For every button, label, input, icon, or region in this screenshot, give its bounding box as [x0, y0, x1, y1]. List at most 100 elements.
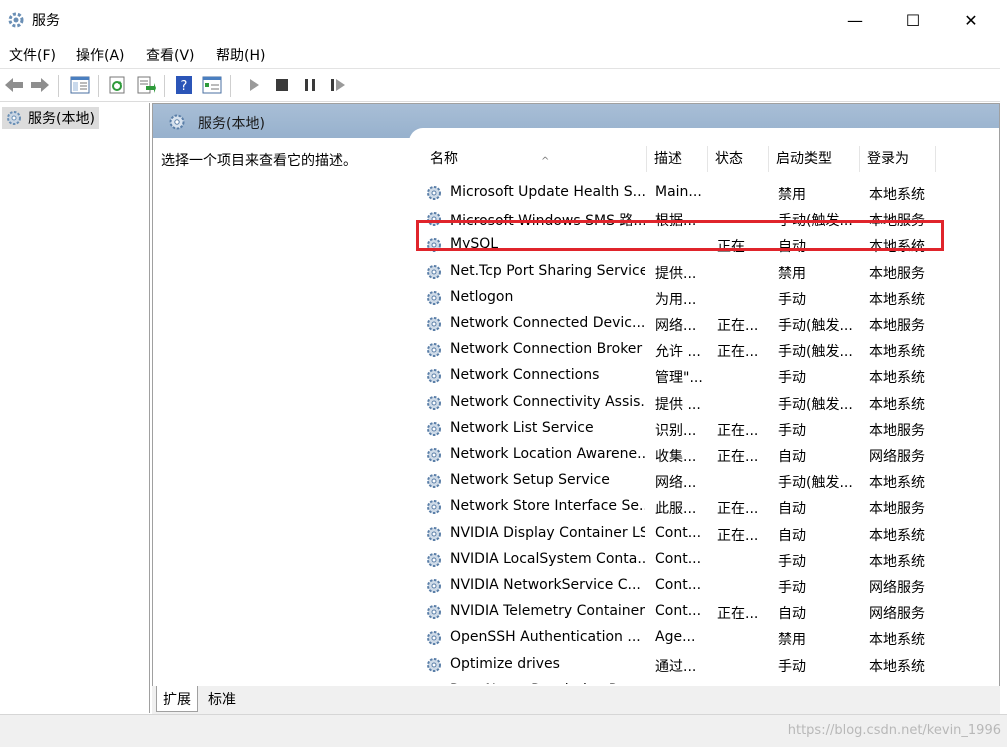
- service-log-on-as: 本地服务: [869, 318, 925, 334]
- view-tabs: 扩展 标准: [152, 686, 1000, 714]
- toolbar: ?: [0, 68, 1000, 102]
- menu-help[interactable]: 帮助(H): [216, 45, 265, 65]
- gear-icon: [427, 448, 441, 462]
- service-name: Netlogon: [450, 288, 514, 305]
- tree-item-services-local[interactable]: 服务(本地): [2, 107, 99, 129]
- column-header-description[interactable]: 描述: [647, 146, 708, 172]
- table-row[interactable]: Netlogon 为用... 手动 本地系统: [415, 285, 940, 311]
- gear-icon: [427, 579, 441, 593]
- service-log-on-as: 本地系统: [869, 396, 925, 413]
- table-row[interactable]: Optimize drives 通过... 手动 本地系统: [415, 652, 940, 678]
- service-log-on-as: 本地系统: [869, 187, 925, 203]
- table-row[interactable]: Peer Name Resolution Pro... 使用... 手动 本地服务: [415, 678, 940, 684]
- service-log-on-as: 网络服务: [869, 449, 925, 465]
- tree-item-label: 服务(本地): [28, 111, 95, 127]
- status-bar: https://blog.csdn.net/kevin_1996: [0, 714, 1007, 747]
- column-header-startup-type[interactable]: 启动类型: [769, 146, 860, 172]
- service-startup-type: 自动: [778, 449, 806, 465]
- refresh-icon[interactable]: [106, 73, 130, 97]
- gear-icon: [427, 657, 441, 672]
- back-arrow-icon[interactable]: [2, 73, 26, 97]
- table-row[interactable]: Network Connectivity Assis... 提供 ... 手动(触发…: [415, 390, 940, 416]
- service-name: Peer Name Resolution Pro...: [450, 682, 645, 684]
- service-log-on-as: 本地系统: [869, 291, 925, 308]
- description-prompt: 选择一个项目来查看它的描述。: [161, 153, 357, 169]
- sort-ascending-icon: ^: [541, 156, 550, 167]
- service-log-on-as: 本地服务: [869, 422, 925, 439]
- gear-icon: [169, 114, 185, 130]
- gear-icon: [427, 526, 441, 541]
- gear-icon: [427, 264, 441, 279]
- menu-action[interactable]: 操作(A): [76, 45, 125, 65]
- service-startup-type: 禁用: [778, 187, 806, 203]
- minimize-button[interactable]: —: [826, 0, 884, 40]
- table-row[interactable]: Network Connected Devic... 网络... 正在... 手动(触…: [415, 311, 940, 337]
- help-icon[interactable]: ?: [172, 73, 196, 97]
- service-description: 通过...: [655, 658, 697, 675]
- service-description: 提供...: [655, 265, 697, 282]
- service-description: 使用...: [655, 682, 710, 684]
- table-row[interactable]: Microsoft Update Health S... Main... 禁用 本地系…: [415, 180, 940, 206]
- gear-icon: [427, 631, 441, 646]
- table-row[interactable]: Net.Tcp Port Sharing Service 提供... 禁用 本地服务: [415, 259, 940, 285]
- table-row[interactable]: OpenSSH Authentication ... Age... 禁用 本地系统: [415, 625, 940, 651]
- service-log-on-as: 本地系统: [869, 370, 925, 387]
- service-description: Cont...: [655, 577, 702, 593]
- service-name: Net.Tcp Port Sharing Service: [450, 262, 645, 279]
- service-name: Network Location Awarene...: [450, 446, 645, 462]
- service-name: NVIDIA LocalSystem Conta...: [450, 550, 645, 567]
- menu-file[interactable]: 文件(F): [9, 45, 56, 65]
- table-row[interactable]: Network Location Awarene... 收集... 正在... 自动 网…: [415, 442, 940, 468]
- service-startup-type: 手动: [778, 291, 806, 308]
- stop-icon[interactable]: [270, 73, 294, 97]
- service-description: 收集...: [655, 449, 697, 465]
- service-log-on-as: 本地系统: [869, 475, 925, 492]
- table-row[interactable]: NVIDIA Telemetry Container Cont... 正在... 自动…: [415, 599, 940, 625]
- column-header-log-on-as[interactable]: 登录为: [860, 146, 936, 172]
- service-log-on-as: 本地系统: [869, 632, 925, 649]
- properties-icon[interactable]: [200, 73, 224, 97]
- service-status: 正在...: [717, 344, 759, 361]
- service-name: Network Connected Devic...: [450, 315, 645, 331]
- maximize-button[interactable]: ☐: [884, 0, 942, 40]
- table-row[interactable]: NVIDIA Display Container LS Cont... 正在... 自…: [415, 521, 940, 547]
- service-startup-type: 自动: [778, 606, 806, 623]
- table-row[interactable]: Network Connections 管理"... 手动 本地系统: [415, 363, 940, 389]
- service-description: Cont...: [655, 550, 702, 567]
- console-tree-icon[interactable]: [68, 73, 92, 97]
- forward-arrow-icon[interactable]: [28, 73, 52, 97]
- service-startup-type: 手动: [778, 580, 806, 596]
- tab-standard[interactable]: 标准: [202, 686, 242, 712]
- service-name: NVIDIA Telemetry Container: [450, 603, 645, 620]
- column-header-status[interactable]: 状态: [708, 146, 769, 172]
- pane-title: 服务(本地): [198, 116, 265, 132]
- gear-icon: [7, 111, 21, 125]
- close-button[interactable]: ✕: [942, 0, 1000, 40]
- table-row[interactable]: Network Store Interface Se... 此服... 正在... 自…: [415, 494, 940, 520]
- table-row[interactable]: NVIDIA NetworkService C... Cont... 手动 网络服务: [415, 573, 940, 599]
- table-row[interactable]: Network List Service 识别... 正在... 手动 本地服务: [415, 416, 940, 442]
- gear-icon: [427, 474, 441, 489]
- table-row[interactable]: Network Setup Service 网络... 手动(触发... 本地系统: [415, 468, 940, 494]
- pause-icon[interactable]: [298, 73, 322, 97]
- service-name: Microsoft Update Health S...: [450, 184, 645, 200]
- play-icon[interactable]: [242, 73, 266, 97]
- export-list-icon[interactable]: [134, 73, 158, 97]
- service-name: Network Store Interface Se...: [450, 498, 645, 515]
- tab-extended[interactable]: 扩展: [156, 686, 198, 712]
- table-row[interactable]: NVIDIA LocalSystem Conta... Cont... 手动 本地系统: [415, 547, 940, 573]
- gear-icon: [427, 186, 441, 200]
- service-log-on-as: 本地系统: [869, 344, 925, 361]
- service-name: NVIDIA NetworkService C...: [450, 577, 641, 593]
- services-table: 名称 ^ 描述 状态 启动类型 登录为 Microsoft Update Hea…: [409, 128, 999, 684]
- resume-icon[interactable]: [326, 73, 350, 97]
- column-header-name[interactable]: 名称 ^: [423, 146, 647, 172]
- table-row[interactable]: Network Connection Broker 允许 ... 正在... 手动(触…: [415, 337, 940, 363]
- service-name: Optimize drives: [450, 655, 560, 672]
- services-gear-icon: [8, 12, 24, 28]
- services-pane: 服务(本地) 选择一个项目来查看它的描述。 名称 ^ 描述 状态 启动类型 登录…: [152, 103, 1000, 715]
- menu-bar: 文件(F) 操作(A) 查看(V) 帮助(H): [0, 40, 1007, 68]
- service-startup-type: 手动(触发...: [778, 344, 853, 361]
- menu-view[interactable]: 查看(V): [146, 45, 195, 65]
- service-name: OpenSSH Authentication ...: [450, 629, 641, 646]
